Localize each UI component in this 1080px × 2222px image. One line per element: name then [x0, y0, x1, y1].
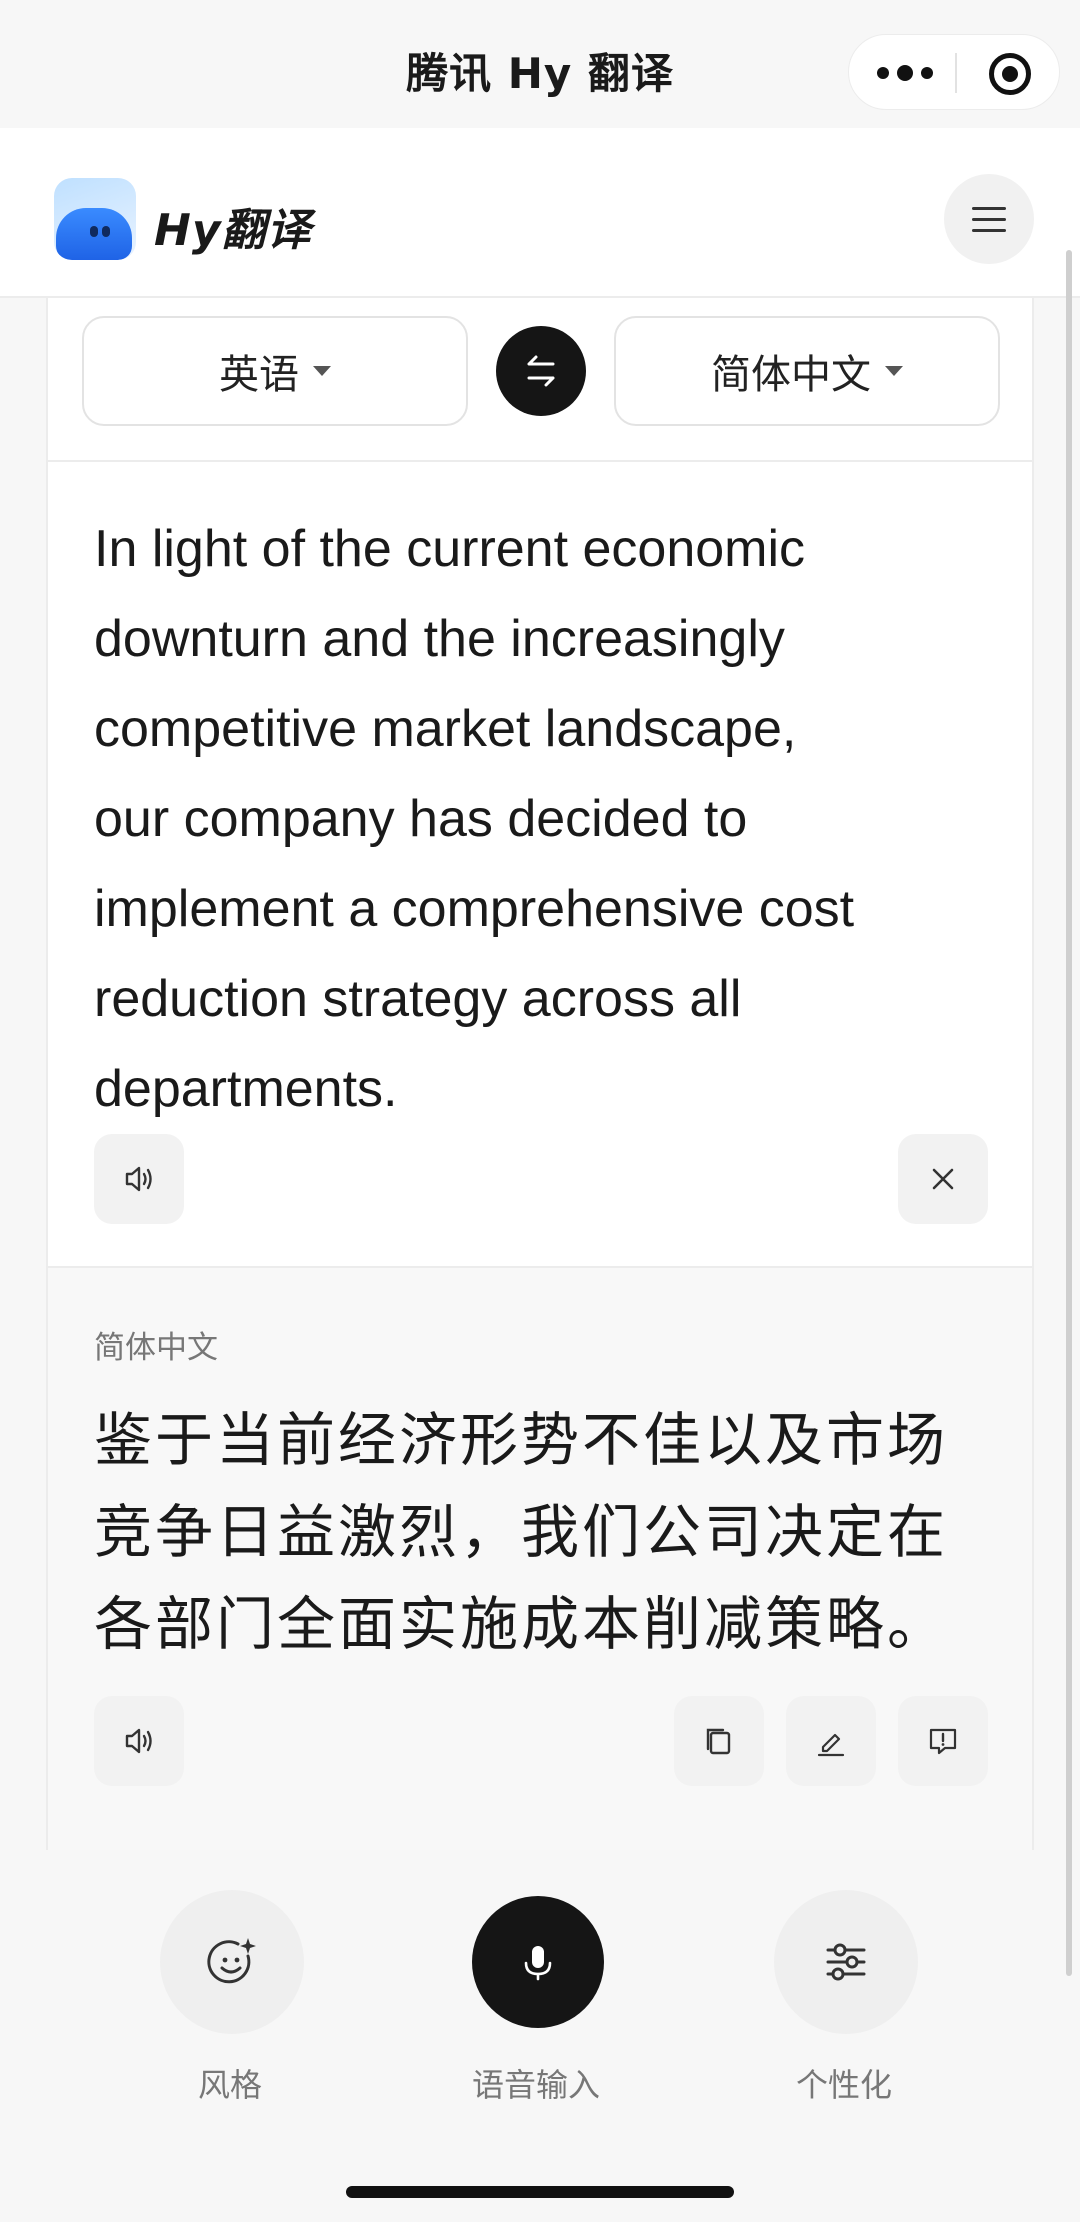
copy-icon [706, 1728, 731, 1755]
caret-down-icon [885, 366, 903, 376]
feedback-icon [929, 1728, 957, 1755]
source-language-label: 英语 [219, 352, 299, 398]
capsule-menu [848, 34, 1060, 110]
translation-result-panel: 简体中文 鉴于当前经济形势不佳以及市场 竞争日益激烈，我们公司决定在 各部门全面… [48, 1266, 1032, 1850]
speaker-icon [125, 1166, 152, 1192]
speaker-icon [125, 1728, 152, 1754]
app-header: Hy翻译 [0, 128, 1080, 298]
source-line: our company has decided to [94, 790, 748, 848]
sliders-icon [826, 1943, 866, 1981]
translation-card: 英语 简体中文 In light of the current economic… [46, 298, 1034, 1850]
swap-arrows-icon [527, 355, 555, 387]
pencil-icon [817, 1733, 845, 1757]
voice-input-label: 语音输入 [471, 2066, 600, 2104]
source-line: implement a comprehensive cost [94, 880, 855, 938]
translation-result-text: 鉴于当前经济形势不佳以及市场 竞争日益激烈，我们公司决定在 各部门全面实施成本削… [94, 1394, 994, 1670]
personalize-tool[interactable]: 个性化 [734, 1890, 954, 2130]
voice-input-tool[interactable]: 语音输入 [426, 1890, 646, 2130]
language-bar: 英语 简体中文 [48, 298, 1032, 462]
hy-logo-icon [54, 178, 136, 260]
swap-languages-button[interactable] [496, 326, 586, 416]
more-dots-icon[interactable] [877, 55, 933, 91]
target-language-label: 简体中文 [711, 352, 871, 398]
style-label: 风格 [197, 2066, 262, 2104]
result-language-label: 简体中文 [94, 1330, 218, 1366]
source-language-select[interactable]: 英语 [82, 316, 468, 426]
style-tool[interactable]: 风格 [120, 1890, 340, 2130]
style-button[interactable] [160, 1890, 304, 2034]
feedback-button[interactable] [898, 1696, 988, 1786]
copy-button[interactable] [674, 1696, 764, 1786]
clear-text-button[interactable] [898, 1134, 988, 1224]
result-line: 竞争日益激烈，我们公司决定在 [94, 1498, 949, 1566]
source-line: In light of the current economic [94, 520, 806, 578]
source-line: competitive market landscape, [94, 700, 797, 758]
scrollbar[interactable] [1066, 250, 1072, 1976]
brand-name: Hy翻译 [154, 205, 312, 256]
result-line: 各部门全面实施成本削减策略。 [94, 1590, 949, 1658]
target-language-select[interactable]: 简体中文 [614, 316, 1000, 426]
result-speak-button[interactable] [94, 1696, 184, 1786]
personalize-button[interactable] [774, 1890, 918, 2034]
home-indicator[interactable] [346, 2186, 734, 2198]
source-speak-button[interactable] [94, 1134, 184, 1224]
source-line: reduction strategy across all [94, 970, 742, 1028]
source-line: departments. [94, 1060, 398, 1118]
edit-button[interactable] [786, 1696, 876, 1786]
source-text-input[interactable]: In light of the current economic downtur… [94, 504, 994, 1134]
target-close-icon[interactable] [989, 53, 1031, 95]
smiley-sparkle-icon [207, 1938, 256, 1984]
voice-input-button[interactable] [472, 1896, 604, 2028]
source-line: downturn and the increasingly [94, 610, 785, 668]
capsule-divider [955, 53, 957, 93]
microphone-icon [524, 1946, 552, 1981]
result-line: 鉴于当前经济形势不佳以及市场 [94, 1406, 949, 1474]
mini-program-titlebar: 腾讯 Hy 翻译 [0, 0, 1080, 128]
bottom-toolbar: 风格 语音输入 个性化 [0, 1850, 1080, 2222]
hamburger-menu-button[interactable] [944, 174, 1034, 264]
caret-down-icon [313, 366, 331, 376]
close-icon [932, 1168, 954, 1190]
personalize-label: 个性化 [795, 2066, 892, 2104]
